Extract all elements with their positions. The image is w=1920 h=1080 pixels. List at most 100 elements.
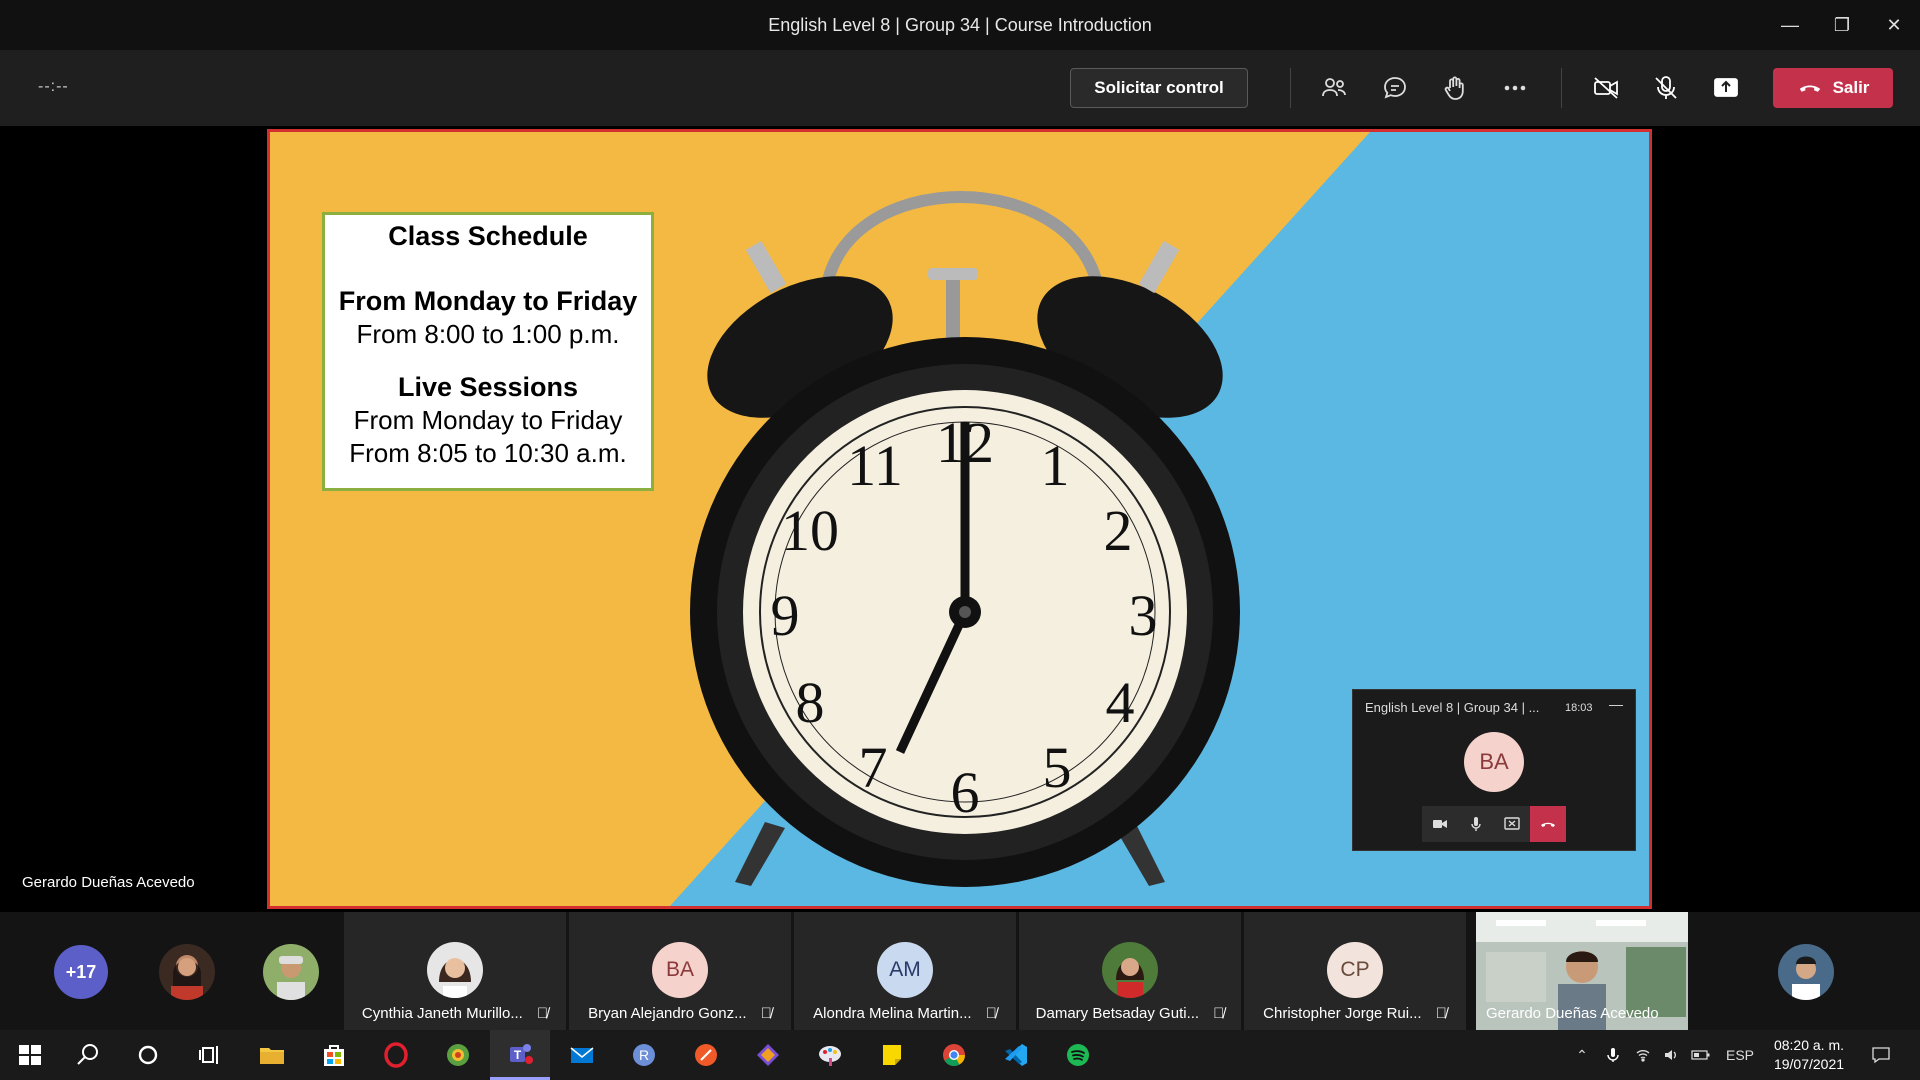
schedule-days: From Monday to Friday bbox=[338, 286, 638, 316]
title-bar: English Level 8 | Group 34 | Course Intr… bbox=[0, 0, 1920, 50]
more-participants-button[interactable]: +17 bbox=[54, 945, 108, 999]
task-view-icon[interactable] bbox=[180, 1030, 240, 1080]
participant-name-row: Alondra Melina Martin... 🎙̸ bbox=[794, 1005, 1016, 1022]
participant-photo-avatar[interactable] bbox=[159, 944, 215, 1000]
svg-text:1: 1 bbox=[1041, 433, 1070, 498]
participant-name-row: Gerardo Dueñas Acevedo bbox=[1476, 1005, 1688, 1022]
git-app-icon[interactable] bbox=[738, 1030, 798, 1080]
svg-text:R: R bbox=[639, 1047, 649, 1063]
mic-off-icon[interactable] bbox=[1648, 70, 1684, 106]
share-screen-icon[interactable] bbox=[1708, 70, 1744, 106]
request-control-button[interactable]: Solicitar control bbox=[1070, 68, 1248, 108]
microphone-tray-icon[interactable] bbox=[1600, 1030, 1626, 1080]
mini-controls bbox=[1422, 806, 1566, 842]
svg-text:9: 9 bbox=[771, 583, 800, 648]
cortana-icon[interactable] bbox=[118, 1030, 178, 1080]
teams-meeting-window: English Level 8 | Group 34 | Course Intr… bbox=[0, 0, 1920, 1030]
participant-tile[interactable]: BA Bryan Alejandro Gonz... 🎙̸ bbox=[569, 912, 791, 1030]
paint-app-icon[interactable] bbox=[800, 1030, 860, 1080]
minimize-button[interactable]: — bbox=[1764, 0, 1816, 50]
vscode-icon[interactable] bbox=[986, 1030, 1046, 1080]
schedule-hours: From 8:00 to 1:00 p.m. bbox=[356, 319, 620, 349]
notifications-icon[interactable] bbox=[1862, 1030, 1900, 1080]
mic-muted-icon: 🎙̸ bbox=[760, 1005, 772, 1022]
chrome-icon[interactable] bbox=[924, 1030, 984, 1080]
svg-text:6: 6 bbox=[951, 760, 980, 825]
participant-photo-avatar bbox=[1102, 942, 1158, 998]
more-options-icon[interactable] bbox=[1497, 70, 1533, 106]
start-windows-icon[interactable] bbox=[0, 1030, 60, 1080]
chromium-app-icon[interactable] bbox=[428, 1030, 488, 1080]
self-photo-avatar[interactable] bbox=[1778, 944, 1834, 1000]
teams-icon[interactable]: T bbox=[490, 1030, 550, 1080]
hang-up-icon bbox=[1799, 85, 1820, 92]
participant-name-row: Christopher Jorge Rui... 🎙̸ bbox=[1244, 1005, 1466, 1022]
participant-tile[interactable]: Damary Betsaday Guti... 🎙̸ bbox=[1019, 912, 1241, 1030]
svg-text:10: 10 bbox=[781, 498, 839, 563]
leave-button[interactable]: Salir bbox=[1773, 68, 1893, 108]
battery-icon[interactable] bbox=[1686, 1030, 1716, 1080]
participant-name-row: Cynthia Janeth Murillo... 🎙̸ bbox=[344, 1005, 566, 1022]
svg-text:3: 3 bbox=[1129, 583, 1158, 648]
mail-icon[interactable] bbox=[552, 1030, 612, 1080]
participant-name: Bryan Alejandro Gonz... bbox=[588, 1005, 747, 1022]
participant-tile[interactable]: AM Alondra Melina Martin... 🎙̸ bbox=[794, 912, 1016, 1030]
volume-icon[interactable] bbox=[1658, 1030, 1684, 1080]
participant-video-tile[interactable]: Gerardo Dueñas Acevedo bbox=[1476, 912, 1688, 1030]
participant-photo-avatar bbox=[427, 942, 483, 998]
meeting-toolbar: --:-- Solicitar control Salir bbox=[0, 50, 1920, 126]
avatar: AM bbox=[877, 942, 933, 998]
svg-text:5: 5 bbox=[1043, 735, 1072, 800]
participant-name-row: Bryan Alejandro Gonz... 🎙̸ bbox=[569, 1005, 791, 1022]
presenter-name: Gerardo Dueñas Acevedo bbox=[22, 874, 195, 891]
svg-text:7: 7 bbox=[859, 735, 888, 800]
svg-text:4: 4 bbox=[1106, 670, 1135, 735]
file-explorer-icon[interactable] bbox=[242, 1030, 302, 1080]
taskbar-clock[interactable]: 08:20 a. m. 19/07/2021 bbox=[1764, 1036, 1854, 1074]
mini-mic-icon[interactable] bbox=[1458, 806, 1494, 842]
camera-off-icon[interactable] bbox=[1588, 70, 1624, 106]
windows-taskbar: T R ⌃ ESP 08:20 a. m. 19/07/2021 bbox=[0, 1030, 1920, 1080]
mini-camera-icon[interactable] bbox=[1422, 806, 1458, 842]
language-indicator[interactable]: ESP bbox=[1720, 1030, 1760, 1080]
meeting-timer: --:-- bbox=[38, 78, 69, 95]
live-sessions-title: Live Sessions bbox=[397, 372, 579, 402]
participant-tile[interactable]: Cynthia Janeth Murillo... 🎙̸ bbox=[344, 912, 566, 1030]
schedule-title: Class Schedule bbox=[388, 221, 588, 251]
participant-strip: Cynthia Janeth Murillo... 🎙̸ BA Bryan Ale… bbox=[0, 912, 1920, 1030]
spotify-icon[interactable] bbox=[1048, 1030, 1108, 1080]
mini-minimize-button[interactable]: — bbox=[1609, 696, 1623, 712]
participant-name: Cynthia Janeth Murillo... bbox=[361, 1005, 523, 1022]
close-button[interactable]: ✕ bbox=[1868, 0, 1920, 50]
restore-button[interactable]: ❐ bbox=[1816, 0, 1868, 50]
live-sessions-days: From Monday to Friday bbox=[353, 405, 623, 435]
sketch-app-icon[interactable] bbox=[676, 1030, 736, 1080]
mini-window-time: 18:03 bbox=[1565, 702, 1593, 714]
mic-muted-icon: 🎙̸ bbox=[536, 1005, 549, 1022]
mini-hang-up-icon[interactable] bbox=[1530, 806, 1566, 842]
participant-name: Gerardo Dueñas Acevedo bbox=[1486, 1005, 1659, 1022]
opera-icon[interactable] bbox=[366, 1030, 426, 1080]
svg-text:8: 8 bbox=[796, 670, 825, 735]
clock-time: 08:20 a. m. bbox=[1773, 1037, 1845, 1053]
search-icon[interactable] bbox=[58, 1030, 118, 1080]
sticky-notes-icon[interactable] bbox=[862, 1030, 922, 1080]
chevron-up-icon[interactable]: ⌃ bbox=[1568, 1030, 1596, 1080]
mini-share-icon[interactable] bbox=[1494, 806, 1530, 842]
participant-name-row: Damary Betsaday Guti... 🎙̸ bbox=[1019, 1005, 1241, 1022]
participants-icon[interactable] bbox=[1316, 70, 1352, 106]
svg-text:2: 2 bbox=[1104, 498, 1133, 563]
mini-call-window[interactable]: English Level 8 | Group 34 | ... 18:03 —… bbox=[1352, 689, 1636, 851]
chat-icon[interactable] bbox=[1377, 70, 1413, 106]
svg-text:11: 11 bbox=[847, 433, 903, 498]
wifi-icon[interactable] bbox=[1630, 1030, 1656, 1080]
clock-date: 19/07/2021 bbox=[1773, 1056, 1845, 1072]
r-app-icon[interactable]: R bbox=[614, 1030, 674, 1080]
live-sessions-hours: From 8:05 to 10:30 a.m. bbox=[349, 438, 627, 468]
mic-muted-icon: 🎙̸ bbox=[1435, 1005, 1447, 1022]
window-controls: — ❐ ✕ bbox=[1764, 0, 1920, 50]
participant-photo-avatar[interactable] bbox=[263, 944, 319, 1000]
store-icon[interactable] bbox=[304, 1030, 364, 1080]
participant-tile[interactable]: CP Christopher Jorge Rui... 🎙̸ bbox=[1244, 912, 1466, 1030]
raise-hand-icon[interactable] bbox=[1437, 70, 1473, 106]
